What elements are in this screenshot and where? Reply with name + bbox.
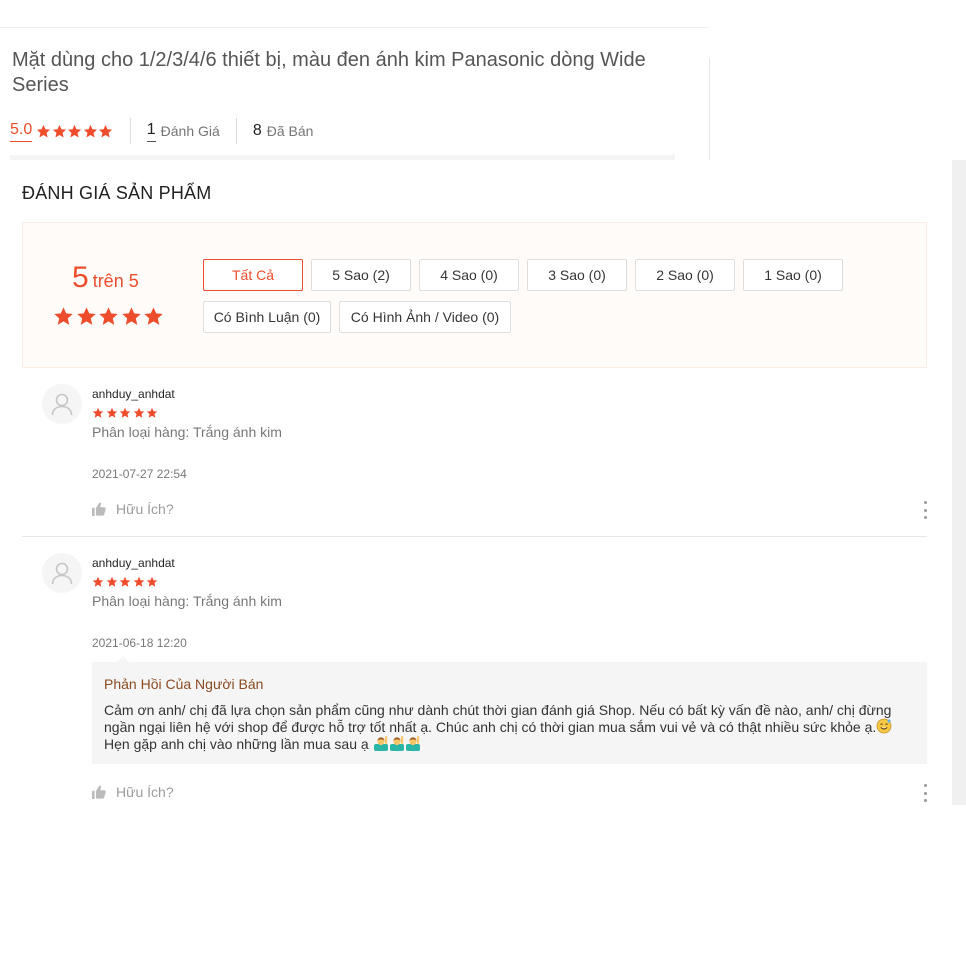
rating-overview: 5 trên 5 Tất Cả 5 Sao (2) 4 Sao (0) 3 Sao…: [22, 222, 927, 368]
star-icon: [68, 124, 82, 137]
smile-emoji-icon: [876, 718, 892, 734]
filter-5-star-button[interactable]: 5 Sao (2): [311, 259, 411, 291]
star-icon: [106, 576, 117, 587]
overall-score-suffix: trên 5: [92, 271, 139, 291]
helpful-button[interactable]: Hữu Ích?: [92, 501, 174, 517]
overall-score: 5 trên 5: [72, 261, 139, 295]
seller-reply-line: ngần ngại liên hệ với shop để được hỗ tr…: [104, 718, 914, 735]
stat-divider: [235, 118, 237, 144]
star-icon: [121, 307, 141, 325]
star-icon: [99, 124, 113, 137]
product-stats: 5.0 1 Đánh Giá 8 Đã Bán: [10, 118, 313, 144]
star-icon: [92, 407, 104, 418]
panel-border: [709, 58, 710, 160]
scrollbar[interactable]: [952, 160, 966, 805]
product-title: Mặt dùng cho 1/2/3/4/6 thiết bị, màu đen…: [12, 49, 646, 96]
top-divider: [0, 27, 708, 28]
star-icon: [99, 307, 118, 325]
review-date: 2021-06-18 12:20: [92, 636, 187, 650]
helpful-label: Hữu Ích?: [116, 501, 174, 517]
person-raising-hand-emoji-icon: [373, 736, 388, 751]
avatar[interactable]: [42, 553, 82, 593]
filter-all-button[interactable]: Tất Cả: [203, 259, 303, 291]
avatar-placeholder-icon: [51, 562, 73, 585]
review-variation: Phân loại hàng: Trắng ánh kim: [92, 424, 282, 440]
seller-reply-title: Phản Hồi Của Người Bán: [104, 676, 264, 692]
star-icon: [119, 407, 131, 418]
seller-reply: Phản Hồi Của Người Bán Cảm ơn anh/ chị đ…: [92, 656, 927, 764]
star-icon: [83, 124, 97, 137]
filter-with-comment-button[interactable]: Có Bình Luận (0): [203, 301, 331, 333]
seller-reply-text: Cảm ơn anh/ chị đã lựa chọn sản phẩm cũn…: [104, 702, 914, 752]
filter-4-star-button[interactable]: 4 Sao (0): [419, 259, 519, 291]
star-icon: [106, 407, 117, 418]
star-icon: [133, 576, 144, 587]
star-icon: [54, 307, 73, 325]
section-separator: [10, 155, 675, 160]
review-stars: [92, 576, 160, 588]
star-icon: [146, 576, 158, 587]
star-icon: [76, 307, 96, 325]
helpful-button[interactable]: Hữu Ích?: [92, 784, 174, 800]
star-icon: [37, 124, 51, 137]
person-raising-hand-emoji-icon: [405, 736, 420, 751]
stat-divider: [129, 118, 131, 144]
review-count[interactable]: 1: [146, 120, 156, 142]
review-variation: Phân loại hàng: Trắng ánh kim: [92, 593, 282, 609]
thumbs-up-icon: [92, 502, 106, 516]
star-icon: [52, 124, 66, 137]
thumbs-up-icon: [92, 785, 106, 799]
overall-score-value: 5: [72, 261, 89, 294]
review-stars: [92, 407, 160, 419]
sold-count-label: Đã Bán: [266, 123, 314, 139]
filter-1-star-button[interactable]: 1 Sao (0): [743, 259, 843, 291]
review-author[interactable]: anhduy_anhdat: [92, 556, 175, 570]
review-item: anhduy_anhdat Phân loại hàng: Trắng ánh …: [22, 380, 927, 537]
avatar[interactable]: [42, 384, 82, 424]
more-vertical-icon[interactable]: [922, 784, 928, 802]
star-icon: [146, 407, 158, 418]
star-icon: [92, 576, 104, 587]
avatar-placeholder-icon: [51, 393, 73, 416]
star-icon: [133, 407, 144, 418]
ratings-section-title: ĐÁNH GIÁ SẢN PHẨM: [22, 183, 212, 203]
review-divider: [22, 536, 927, 537]
person-raising-hand-emoji-icon: [389, 736, 404, 751]
review-date: 2021-07-27 22:54: [92, 467, 187, 481]
product-rating-stars: [36, 124, 114, 139]
star-icon: [144, 307, 163, 325]
more-vertical-icon[interactable]: [922, 501, 928, 519]
overall-stars: [53, 306, 166, 327]
filter-3-star-button[interactable]: 3 Sao (0): [527, 259, 627, 291]
helpful-label: Hữu Ích?: [116, 784, 174, 800]
review-author[interactable]: anhduy_anhdat: [92, 387, 175, 401]
filter-with-media-button[interactable]: Có Hình Ảnh / Video (0): [339, 301, 511, 333]
seller-reply-line-text: ngần ngại liên hệ với shop để được hỗ tr…: [104, 719, 877, 735]
sold-count: 8: [252, 122, 262, 139]
filter-2-star-button[interactable]: 2 Sao (0): [635, 259, 735, 291]
review-item: anhduy_anhdat Phân loại hàng: Trắng ánh …: [22, 549, 927, 809]
review-count-label: Đánh Giá: [160, 123, 220, 139]
seller-reply-line: Hẹn gặp anh chị vào những lần mua sau ạ: [104, 735, 914, 752]
product-rating[interactable]: 5.0: [10, 120, 33, 142]
seller-reply-line: Cảm ơn anh/ chị đã lựa chọn sản phẩm cũn…: [104, 702, 892, 718]
seller-reply-line-text: Hẹn gặp anh chị vào những lần mua sau ạ: [104, 736, 369, 752]
star-icon: [119, 576, 131, 587]
